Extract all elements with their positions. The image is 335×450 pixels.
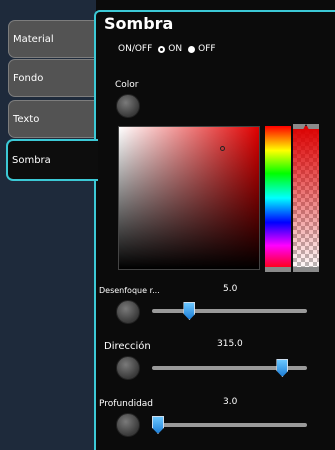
onoff-label: ON/OFF [118, 44, 153, 54]
depth-knob[interactable] [116, 413, 140, 437]
radio-on[interactable] [158, 45, 166, 53]
tab-label: Sombra [12, 154, 51, 166]
off-label: OFF [198, 44, 216, 54]
tab-texto[interactable]: Texto [8, 100, 94, 138]
color-knob[interactable] [116, 94, 140, 118]
saturation-value-picker[interactable] [118, 126, 260, 270]
direction-label: Dirección [104, 341, 151, 352]
depth-label: Profundidad [99, 399, 154, 409]
radio-off[interactable] [188, 45, 196, 53]
tab-material[interactable]: Material [8, 20, 94, 58]
direction-value: 315.0 [217, 339, 243, 349]
blur-value: 5.0 [223, 284, 238, 294]
onoff-toggle: ON/OFF ON OFF [118, 44, 216, 54]
depth-value: 3.0 [223, 397, 238, 407]
tab-label: Fondo [13, 72, 44, 84]
tab-label: Texto [13, 113, 40, 125]
alpha-handle-bottom[interactable] [293, 267, 319, 272]
page-title: Sombra [104, 14, 174, 33]
tab-label: Material [13, 33, 54, 45]
hue-handle-bottom[interactable] [265, 267, 291, 272]
tab-fondo[interactable]: Fondo [8, 59, 94, 97]
blur-knob[interactable] [116, 300, 140, 324]
on-label: ON [168, 44, 183, 54]
color-cursor[interactable] [220, 146, 225, 151]
blur-slider-track[interactable] [152, 309, 307, 313]
hue-slider[interactable] [265, 126, 291, 270]
depth-slider-track[interactable] [152, 423, 307, 427]
tab-sombra[interactable]: Sombra [6, 139, 98, 181]
direction-knob[interactable] [116, 356, 140, 380]
color-label: Color [115, 80, 139, 90]
blur-label: Desenfoque r... [99, 286, 160, 295]
alpha-slider[interactable] [293, 126, 319, 270]
